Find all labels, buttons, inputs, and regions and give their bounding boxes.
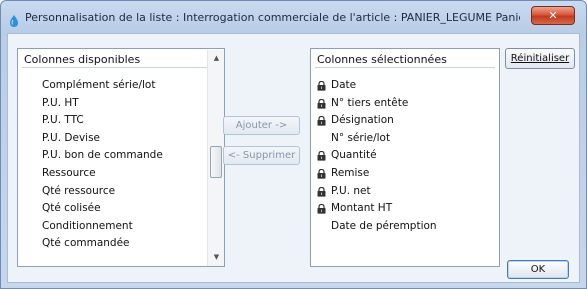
available-column-item[interactable]: P.U. bon de commande [42, 147, 163, 163]
title-bar: Personnalisation de la liste : Interroga… [1, 1, 586, 33]
available-columns-header: Colonnes disponibles [24, 53, 141, 66]
selected-column-item[interactable]: Quantité [317, 147, 495, 163]
scroll-down-arrow-icon[interactable]: ▼ [208, 249, 224, 265]
available-header-divider [22, 67, 220, 68]
selected-column-label: Quantité [331, 149, 377, 162]
lock-icon [317, 150, 326, 161]
lock-icon [317, 80, 326, 91]
available-column-item[interactable]: Conditionnement [42, 218, 133, 234]
lock-icon [317, 98, 326, 109]
scroll-up-arrow-icon[interactable]: ▲ [208, 50, 224, 66]
available-columns-list[interactable]: Colonnes disponibles Complément série/lo… [17, 48, 225, 267]
selected-column-item[interactable]: Date de péremption [317, 218, 495, 234]
selected-column-item[interactable]: N° tiers entête [317, 95, 495, 111]
selected-column-label: P.U. net [331, 184, 371, 197]
selected-column-item[interactable]: Montant HT [317, 200, 495, 216]
lock-icon [317, 168, 326, 179]
available-column-item[interactable]: P.U. TTC [42, 112, 84, 128]
selected-column-item[interactable]: Date [317, 77, 495, 93]
selected-columns-header: Colonnes sélectionnées [317, 53, 447, 66]
selected-column-item[interactable]: P.U. net [317, 183, 495, 199]
ok-button[interactable]: OK [507, 260, 569, 279]
selected-column-item[interactable]: Désignation [317, 112, 495, 128]
window-title: Personnalisation de la liste : Interroga… [25, 11, 520, 24]
selected-column-label: N° série/lot [331, 131, 391, 144]
selected-columns-list[interactable]: Colonnes sélectionnées Date N° tiers entê… [310, 48, 500, 267]
available-column-item[interactable]: Qté ressource [42, 183, 115, 199]
lock-icon [317, 186, 326, 197]
selected-header-divider [315, 67, 495, 68]
close-icon: ✕ [548, 9, 558, 22]
selected-column-label: Désignation [331, 114, 394, 127]
selected-column-label: Remise [331, 167, 370, 179]
selected-column-label: Montant HT [331, 202, 393, 215]
reset-button-label: Réinitialiser [510, 53, 570, 64]
selected-column-item[interactable]: Remise [317, 165, 495, 181]
selected-column-item[interactable]: N° série/lot [317, 130, 495, 146]
lock-icon [317, 203, 326, 214]
reset-button[interactable]: Réinitialiser [505, 48, 575, 69]
available-column-item[interactable]: Qté commandée [42, 235, 130, 251]
scroll-thumb[interactable] [210, 146, 222, 178]
close-button[interactable]: ✕ [531, 6, 575, 25]
available-column-item[interactable]: Qté colisée [42, 200, 101, 216]
lock-icon [317, 115, 326, 126]
app-icon [10, 12, 18, 27]
selected-column-label: Date de péremption [331, 219, 437, 232]
selected-column-label: N° tiers entête [331, 96, 409, 109]
available-column-item[interactable]: P.U. HT [42, 95, 79, 111]
available-column-item[interactable]: Ressource [42, 165, 96, 181]
remove-column-button[interactable]: <- Supprimer [223, 146, 300, 165]
add-column-button[interactable]: Ajouter -> [223, 116, 300, 135]
dialog-client-area: Colonnes disponibles Complément série/lo… [7, 33, 580, 283]
available-column-item[interactable]: P.U. Devise [42, 130, 100, 146]
dialog-window: Personnalisation de la liste : Interroga… [0, 0, 587, 289]
selected-column-label: Date [331, 79, 357, 91]
available-column-item[interactable]: Complément série/lot [42, 77, 155, 93]
